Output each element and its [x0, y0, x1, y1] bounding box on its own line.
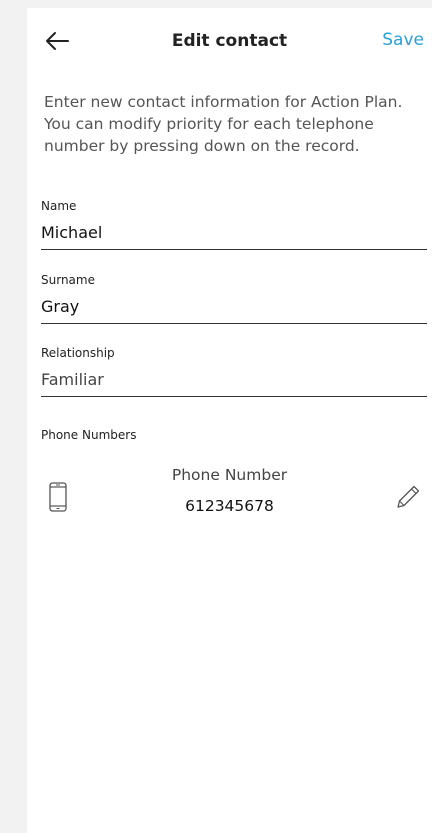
surname-label: Surname	[41, 273, 95, 287]
arrow-left-icon	[46, 32, 69, 50]
phone-numbers-label: Phone Numbers	[41, 428, 137, 442]
relationship-label: Relationship	[41, 346, 115, 360]
edit-contact-screen: Edit contact Save Enter new contact info…	[27, 8, 432, 833]
top-bar: Edit contact Save	[27, 8, 432, 74]
name-label: Name	[41, 199, 77, 213]
name-input[interactable]	[41, 222, 427, 250]
phone-type-label: Phone Number	[171, 466, 288, 484]
surname-field-group: Surname	[41, 272, 427, 324]
relationship-input[interactable]	[41, 369, 427, 397]
name-field-group: Name	[41, 198, 427, 250]
phone-number-value: 612345678	[185, 497, 274, 515]
surname-input[interactable]	[41, 296, 427, 324]
save-button[interactable]: Save	[382, 30, 424, 50]
back-button[interactable]	[42, 28, 72, 54]
page-title: Edit contact	[171, 31, 288, 51]
intro-text: Enter new contact information for Action…	[44, 93, 403, 155]
relationship-field-group: Relationship	[41, 345, 427, 397]
pencil-icon[interactable]	[394, 481, 422, 511]
phone-list-item[interactable]: Phone Number 612345678	[27, 460, 432, 530]
